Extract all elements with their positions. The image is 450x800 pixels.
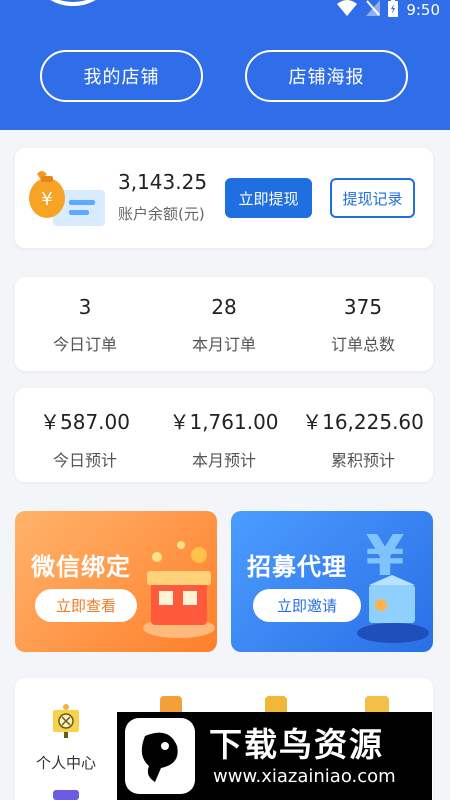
wechat-view-button[interactable]: 立即查看 — [35, 589, 137, 622]
personal-center-label: 个人中心 — [35, 754, 96, 772]
wechat-bind-title: 微信绑定 — [31, 553, 131, 581]
stat-label: 订单总数 — [330, 335, 395, 354]
stat-label: 累积预计 — [330, 451, 395, 470]
balance-label: 账户余额(元) — [118, 205, 205, 223]
stat-value: 3 — [78, 295, 92, 319]
withdraw-button[interactable]: 立即提现 — [225, 178, 312, 218]
stat-month-estimate[interactable]: ￥1,761.00 本月预计 — [154, 406, 294, 471]
watermark-title: 下载鸟资源 — [209, 725, 384, 764]
stat-label: 本月预计 — [191, 451, 256, 470]
money-bag-icon: ¥ — [27, 168, 109, 234]
balance-amount: 3,143.25 — [118, 170, 208, 194]
avatar[interactable] — [40, 0, 106, 6]
stat-month-orders[interactable]: 28 本月订单 — [154, 295, 294, 355]
yuan-box-illustration-icon: ¥ — [351, 523, 433, 652]
bird-logo-icon — [121, 716, 199, 796]
battery-icon — [388, 0, 399, 21]
personal-center-icon — [51, 704, 81, 742]
recruit-agent-card[interactable]: ¥ 招募代理 立即邀请 — [231, 511, 433, 652]
stat-today-orders[interactable]: 3 今日订单 — [15, 295, 155, 355]
invite-now-button[interactable]: 立即邀请 — [253, 589, 361, 622]
stat-label: 本月订单 — [191, 335, 256, 354]
status-bar: 9:50 — [336, 0, 440, 20]
wechat-bind-card[interactable]: 微信绑定 立即查看 — [15, 511, 217, 652]
wifi-icon — [336, 0, 358, 20]
watermark-banner: 下载鸟资源 www.xiazainiao.com — [117, 712, 432, 800]
withdraw-record-button[interactable]: 提现记录 — [330, 178, 415, 218]
stat-value: 375 — [343, 295, 383, 319]
stat-today-estimate[interactable]: ￥587.00 今日预计 — [15, 406, 155, 471]
top-header: 9:50 我的店铺 店铺海报 — [0, 0, 450, 130]
stat-total-orders[interactable]: 375 订单总数 — [293, 295, 433, 355]
watermark-url: www.xiazainiao.com — [213, 766, 396, 787]
svg-text:¥: ¥ — [41, 189, 52, 210]
shop-poster-button[interactable]: 店铺海报 — [245, 50, 408, 102]
stat-value: ￥1,761.00 — [169, 410, 279, 434]
purple-menu-icon[interactable] — [53, 790, 79, 800]
orders-card: 3 今日订单 28 本月订单 375 订单总数 — [15, 277, 433, 371]
menu-personal-center[interactable]: 个人中心 — [29, 704, 103, 773]
recruit-agent-title: 招募代理 — [247, 553, 347, 581]
stat-value: ￥587.00 — [40, 410, 130, 434]
my-shop-button[interactable]: 我的店铺 — [40, 50, 203, 102]
stat-value: ￥16,225.60 — [302, 410, 424, 434]
stat-value: 28 — [211, 295, 237, 319]
status-time: 9:50 — [406, 1, 440, 19]
balance-card: ¥ 3,143.25 账户余额(元) 立即提现 提现记录 — [15, 148, 433, 248]
gift-shop-illustration-icon — [137, 533, 217, 647]
stat-label: 今日预计 — [52, 451, 117, 470]
stat-total-estimate[interactable]: ￥16,225.60 累积预计 — [293, 406, 433, 471]
estimates-card: ￥587.00 今日预计 ￥1,761.00 本月预计 ￥16,225.60 累… — [15, 388, 433, 482]
stat-label: 今日订单 — [52, 335, 117, 354]
signal-icon — [366, 0, 381, 20]
